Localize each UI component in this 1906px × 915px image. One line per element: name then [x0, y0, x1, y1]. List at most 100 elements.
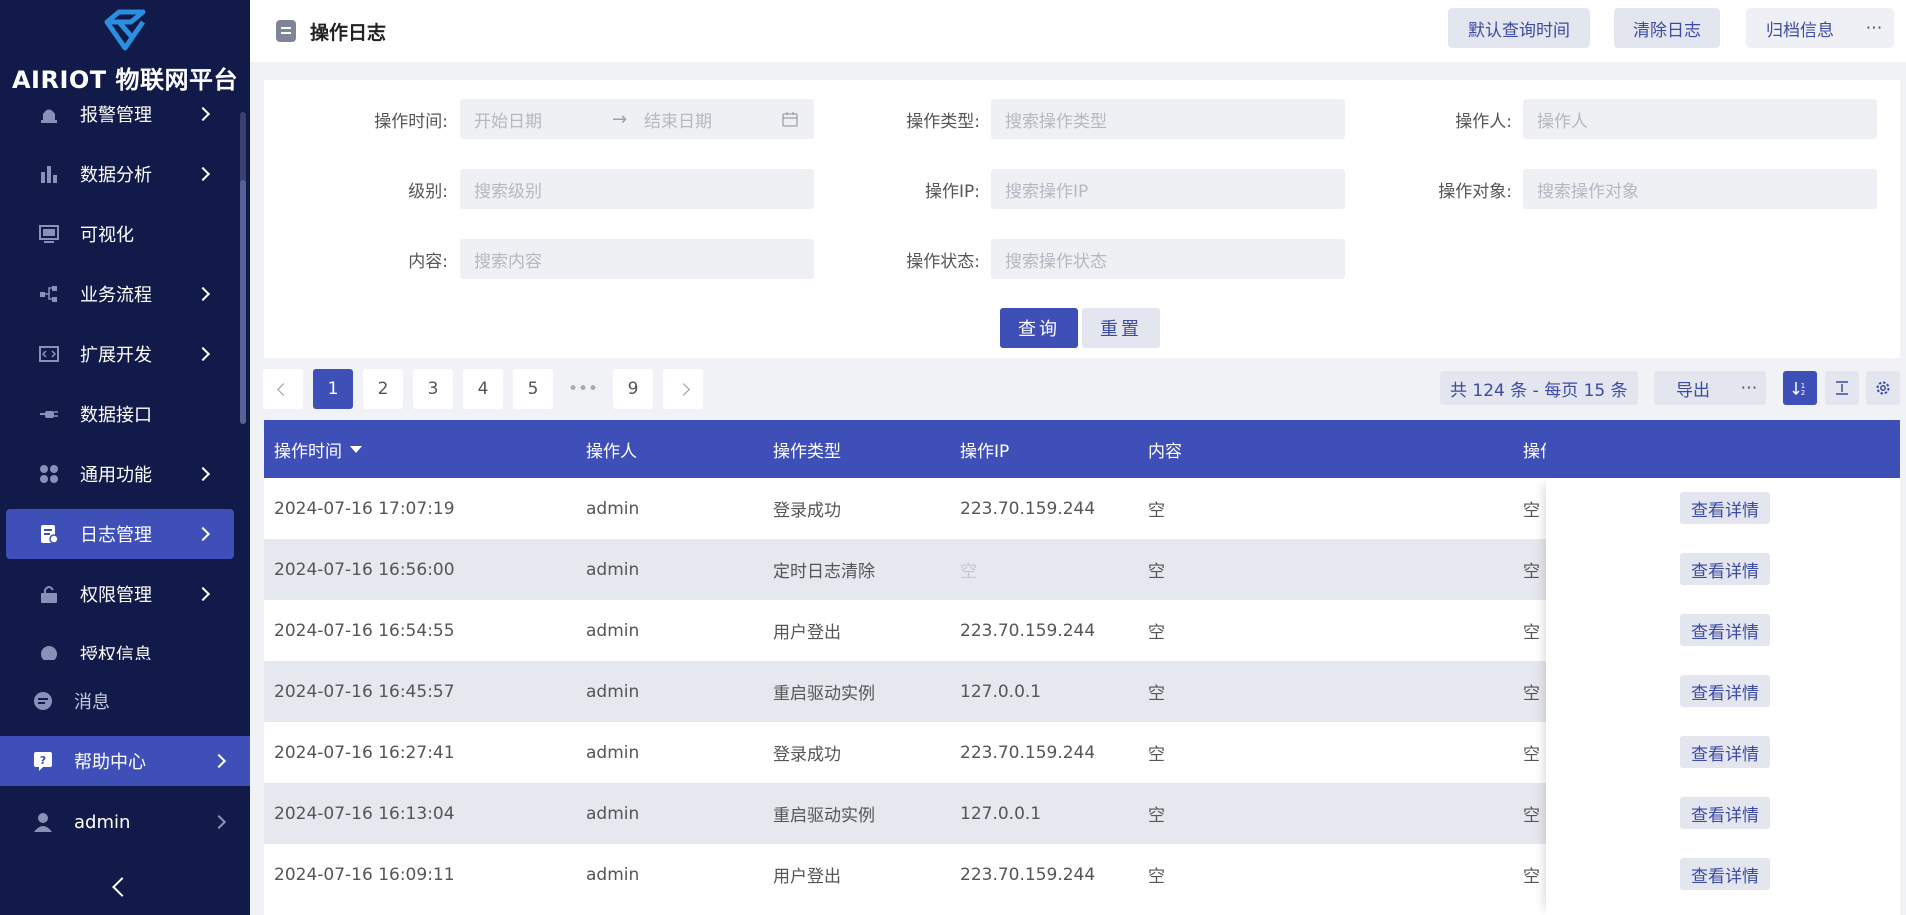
- cell-type: 定时日志清除: [773, 562, 875, 582]
- page-button-2[interactable]: 2: [363, 369, 403, 409]
- table-row[interactable]: 2024-07-16 16:13:04 admin 重启驱动实例 127.0.0.1 空…: [264, 783, 1900, 844]
- row-height-button[interactable]: [1825, 371, 1859, 405]
- query-button[interactable]: 查询: [1000, 308, 1078, 348]
- prev-page-button[interactable]: [263, 369, 303, 409]
- sidebar-item-3[interactable]: 可视化: [6, 209, 234, 259]
- operator-label: 操作人:: [1455, 112, 1512, 132]
- column-header-label: 操作时间: [274, 441, 342, 462]
- cell-content: 空: [1148, 867, 1165, 887]
- table-settings-button[interactable]: [1866, 371, 1900, 405]
- default-query-time-button[interactable]: 默认查询时间: [1448, 8, 1590, 48]
- clear-log-button[interactable]: 清除日志: [1614, 8, 1720, 48]
- gear-icon: [1876, 381, 1890, 395]
- table-row[interactable]: 2024-07-16 16:27:41 admin 登录成功 223.70.159.2…: [264, 722, 1900, 783]
- chevron-right-icon: [676, 382, 690, 396]
- view-detail-button[interactable]: 查看详情: [1680, 736, 1770, 768]
- column-header-ip[interactable]: 操作IP: [960, 420, 1009, 478]
- lock-icon: [38, 583, 60, 605]
- sidebar-item-user[interactable]: admin: [0, 797, 250, 847]
- view-detail-button[interactable]: 查看详情: [1680, 492, 1770, 524]
- cell-ip: 127.0.0.1: [960, 681, 1042, 702]
- cell-type: 重启驱动实例: [773, 806, 875, 826]
- op-ip-input[interactable]: 搜索操作IP: [991, 169, 1345, 209]
- chevron-right-icon: [195, 526, 211, 542]
- start-date-input[interactable]: 开始日期: [474, 107, 612, 132]
- page-button-last[interactable]: 9: [613, 369, 653, 409]
- table-row[interactable]: 2024-07-16 17:07:19 admin 登录成功 223.70.159.2…: [264, 478, 1900, 539]
- cell-target: 空: [1523, 745, 1540, 765]
- export-button[interactable]: 导出: [1654, 371, 1732, 405]
- grid-icon: [38, 463, 60, 485]
- table-row[interactable]: 2024-07-16 16:45:57 admin 重启驱动实例 127.0.0.1 空…: [264, 661, 1900, 722]
- export-more-button[interactable]: ⋯: [1732, 371, 1766, 405]
- page-button-4[interactable]: 4: [463, 369, 503, 409]
- cell-user: admin: [586, 742, 640, 763]
- next-page-button[interactable]: [663, 369, 703, 409]
- cell-target: 空: [1523, 806, 1540, 826]
- column-header-content[interactable]: 内容: [1148, 420, 1182, 478]
- chevron-right-icon: [195, 286, 211, 302]
- user-name: admin: [74, 811, 131, 833]
- view-detail-button[interactable]: 查看详情: [1680, 553, 1770, 585]
- chevron-right-icon: [195, 466, 211, 482]
- cell-ip: 223.70.159.244: [960, 498, 1096, 519]
- page-button-1[interactable]: 1: [313, 369, 353, 409]
- sidebar-item-8[interactable]: 日志管理: [6, 509, 234, 559]
- sidebar-item-10[interactable]: 授权信息: [6, 629, 234, 660]
- archive-info-button[interactable]: 归档信息: [1746, 8, 1854, 48]
- chevron-left-icon: [276, 382, 290, 396]
- table-row[interactable]: 2024-07-16 16:56:00 admin 定时日志清除 空 空 空 查看详情: [264, 539, 1900, 600]
- view-detail-button[interactable]: 查看详情: [1680, 675, 1770, 707]
- reset-button[interactable]: 重置: [1082, 308, 1160, 348]
- column-header-type[interactable]: 操作类型: [773, 420, 841, 478]
- content-input[interactable]: 搜索内容: [460, 239, 814, 279]
- message-icon: [32, 690, 54, 712]
- level-input[interactable]: 搜索级别: [460, 169, 814, 209]
- collapse-sidebar-icon[interactable]: [112, 877, 132, 897]
- end-date-input[interactable]: 结束日期: [644, 107, 782, 132]
- cell-user: admin: [586, 559, 640, 580]
- date-range-picker[interactable]: 开始日期 → 结束日期: [460, 99, 814, 139]
- sidebar-item-label: 通用功能: [80, 465, 152, 486]
- flow-icon: [38, 283, 60, 305]
- column-header-actions[interactable]: 操作: [1523, 420, 1546, 478]
- page-button-3[interactable]: 3: [413, 369, 453, 409]
- page-ellipsis[interactable]: •••: [563, 369, 603, 409]
- user-icon: [32, 811, 54, 833]
- cell-content: 空: [1148, 623, 1165, 643]
- table-row[interactable]: 2024-07-16 16:54:55 admin 用户登出 223.70.159.2…: [264, 600, 1900, 661]
- op-status-input[interactable]: 搜索操作状态: [991, 239, 1345, 279]
- cell-time: 2024-07-16 16:09:11: [274, 864, 455, 885]
- cell-target: 空: [1523, 684, 1540, 704]
- sidebar-scrollbar[interactable]: [240, 180, 246, 424]
- cell-ip: 223.70.159.244: [960, 742, 1096, 763]
- chevron-right-icon: [211, 814, 227, 830]
- more-actions-button[interactable]: ⋯: [1854, 8, 1894, 48]
- sidebar-item-label: 扩展开发: [80, 345, 152, 366]
- sidebar-item-help[interactable]: ? 帮助中心: [0, 736, 250, 786]
- sidebar-item-1[interactable]: 报警管理: [6, 96, 234, 139]
- cell-type: 用户登出: [773, 867, 841, 887]
- op-type-input[interactable]: 搜索操作类型: [991, 99, 1345, 139]
- view-detail-button[interactable]: 查看详情: [1680, 858, 1770, 890]
- table-row[interactable]: 2024-07-16 16:09:11 admin 用户登出 223.70.159.2…: [264, 844, 1900, 905]
- column-header-time[interactable]: 操作时间: [274, 420, 362, 478]
- cell-time: 2024-07-16 16:56:00: [274, 559, 455, 580]
- page-button-5[interactable]: 5: [513, 369, 553, 409]
- sidebar-item-5[interactable]: 扩展开发: [6, 329, 234, 379]
- operator-input[interactable]: 操作人: [1523, 99, 1877, 139]
- sidebar-item-6[interactable]: 数据接口: [6, 389, 234, 439]
- alarm-icon: [38, 103, 60, 125]
- view-detail-button[interactable]: 查看详情: [1680, 614, 1770, 646]
- help-icon: ?: [32, 750, 54, 772]
- op-target-input[interactable]: 搜索操作对象: [1523, 169, 1877, 209]
- cell-target: 空: [1523, 623, 1540, 643]
- sidebar-item-4[interactable]: 业务流程: [6, 269, 234, 319]
- sidebar-item-9[interactable]: 权限管理: [6, 569, 234, 619]
- sidebar-item-2[interactable]: 数据分析: [6, 149, 234, 199]
- column-header-operator[interactable]: 操作人: [586, 420, 637, 478]
- view-detail-button[interactable]: 查看详情: [1680, 797, 1770, 829]
- sidebar-item-messages[interactable]: 消息: [0, 676, 250, 726]
- sidebar-item-7[interactable]: 通用功能: [6, 449, 234, 499]
- sort-order-button[interactable]: 12: [1783, 371, 1817, 405]
